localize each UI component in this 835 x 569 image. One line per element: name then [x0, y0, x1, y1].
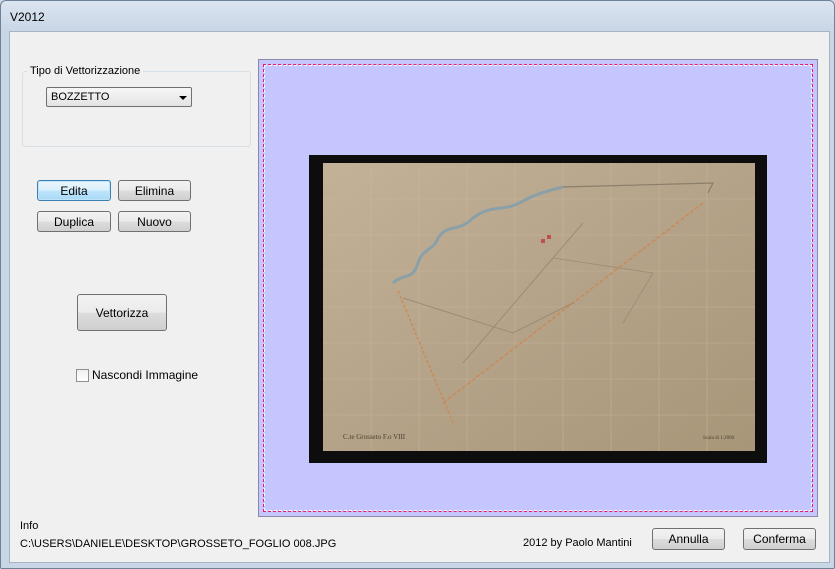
annulla-button-label: Annulla [668, 532, 709, 546]
nuovo-button[interactable]: Nuovo [118, 211, 191, 232]
hide-image-checkbox[interactable] [76, 369, 89, 382]
nuovo-button-label: Nuovo [137, 215, 172, 229]
cadastral-map-image: C.te Grosseto F.o VIII Scala di 1:2000 [323, 163, 755, 451]
vector-type-label: Tipo di Vettorizzazione [27, 65, 144, 77]
client-area: Tipo di Vettorizzazione BOZZETTO Edita E… [9, 31, 830, 563]
window-title: V2012 [10, 10, 45, 24]
elimina-button[interactable]: Elimina [118, 180, 191, 201]
image-canvas[interactable]: C.te Grosseto F.o VIII Scala di 1:2000 [258, 59, 818, 517]
map-footer-left: C.te Grosseto F.o VIII [343, 433, 406, 441]
app-window: V2012 Tipo di Vettorizzazione BOZZETTO E… [0, 0, 835, 569]
annulla-button[interactable]: Annulla [652, 528, 725, 550]
building-2 [547, 235, 551, 239]
title-bar[interactable]: V2012 [1, 1, 834, 31]
vettorizza-button-label: Vettorizza [95, 306, 149, 320]
conferma-button-label: Conferma [753, 532, 806, 546]
elimina-button-label: Elimina [134, 184, 175, 198]
vector-type-group [22, 71, 251, 147]
vector-type-value: BOZZETTO [51, 91, 110, 103]
edita-button-label: Edita [60, 184, 88, 198]
info-label: Info [20, 520, 39, 532]
vettorizza-button[interactable]: Vettorizza [77, 294, 167, 331]
conferma-button[interactable]: Conferma [743, 528, 816, 550]
credit-text: 2012 by Paolo Mantini [523, 537, 632, 549]
building-1 [541, 239, 545, 243]
file-path: C:\USERS\DANIELE\DESKTOP\GROSSETO_FOGLIO… [20, 538, 337, 550]
hide-image-label: Nascondi Immagine [92, 368, 199, 382]
edita-button[interactable]: Edita [37, 180, 111, 201]
map-footer-right: Scala di 1:2000 [703, 436, 735, 441]
map-image-frame: C.te Grosseto F.o VIII Scala di 1:2000 [309, 155, 767, 463]
vector-type-select[interactable]: BOZZETTO [46, 87, 192, 107]
duplica-button[interactable]: Duplica [37, 211, 111, 232]
chevron-down-icon [179, 96, 187, 100]
duplica-button-label: Duplica [53, 215, 95, 229]
